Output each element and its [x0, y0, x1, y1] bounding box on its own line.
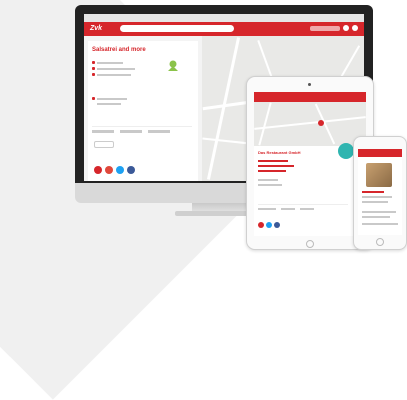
home-button[interactable]: [306, 240, 314, 248]
address-block: [92, 97, 127, 108]
product-image: [366, 163, 392, 187]
header-link[interactable]: [310, 25, 340, 31]
contact-list: [92, 61, 135, 79]
camera-icon: [308, 83, 311, 86]
google-icon[interactable]: [258, 222, 264, 228]
facebook-icon[interactable]: [127, 166, 135, 174]
map-marker-icon[interactable]: [318, 120, 324, 126]
route-link[interactable]: [258, 208, 276, 210]
mail-icon: [92, 67, 95, 70]
share-link[interactable]: [148, 130, 170, 133]
email-row[interactable]: [92, 67, 135, 70]
phone-screen: [358, 149, 402, 235]
tablet-business-card: Das Restaurant GmbH: [254, 146, 366, 236]
phone-header: [358, 149, 402, 157]
tablet-screen: Das Restaurant GmbH: [254, 92, 366, 236]
app-logo[interactable]: Zvk: [90, 25, 102, 32]
floating-action-button[interactable]: [338, 143, 354, 159]
facebook-icon[interactable]: [274, 222, 280, 228]
location-pin-icon: [168, 60, 178, 71]
browser-chrome: [84, 14, 364, 22]
user-icon[interactable]: [343, 25, 349, 31]
globe-icon: [92, 73, 95, 76]
save-link[interactable]: [281, 208, 295, 210]
share-link[interactable]: [300, 208, 314, 210]
save-link[interactable]: [120, 130, 142, 133]
phone-device: [353, 136, 407, 250]
address-row: [92, 97, 127, 100]
social-links: [258, 222, 280, 228]
home-button[interactable]: [376, 238, 384, 246]
business-title: Salsatrei and more: [92, 47, 146, 53]
tablet-map[interactable]: [254, 102, 366, 146]
app-header: Zvk: [84, 22, 364, 36]
phone-title: [362, 191, 384, 193]
phone-icon: [92, 61, 95, 64]
divider: [92, 126, 192, 127]
twitter-icon[interactable]: [116, 166, 124, 174]
website-row[interactable]: [92, 73, 135, 76]
google-icon[interactable]: [94, 166, 102, 174]
more-button[interactable]: [94, 141, 114, 148]
search-input[interactable]: [120, 25, 234, 32]
tablet-header: [254, 92, 366, 102]
twitter-icon[interactable]: [266, 222, 272, 228]
map-marker-icon: [92, 97, 95, 100]
pinterest-icon[interactable]: [105, 166, 113, 174]
social-links: [94, 166, 135, 174]
route-link[interactable]: [92, 130, 114, 133]
header-actions: [310, 25, 358, 31]
menu-icon[interactable]: [352, 25, 358, 31]
phone-row[interactable]: [92, 61, 135, 64]
tablet-business-title: Das Restaurant GmbH: [258, 150, 301, 155]
business-detail-panel: Salsatrei and more: [88, 41, 198, 181]
action-links: [92, 130, 170, 133]
